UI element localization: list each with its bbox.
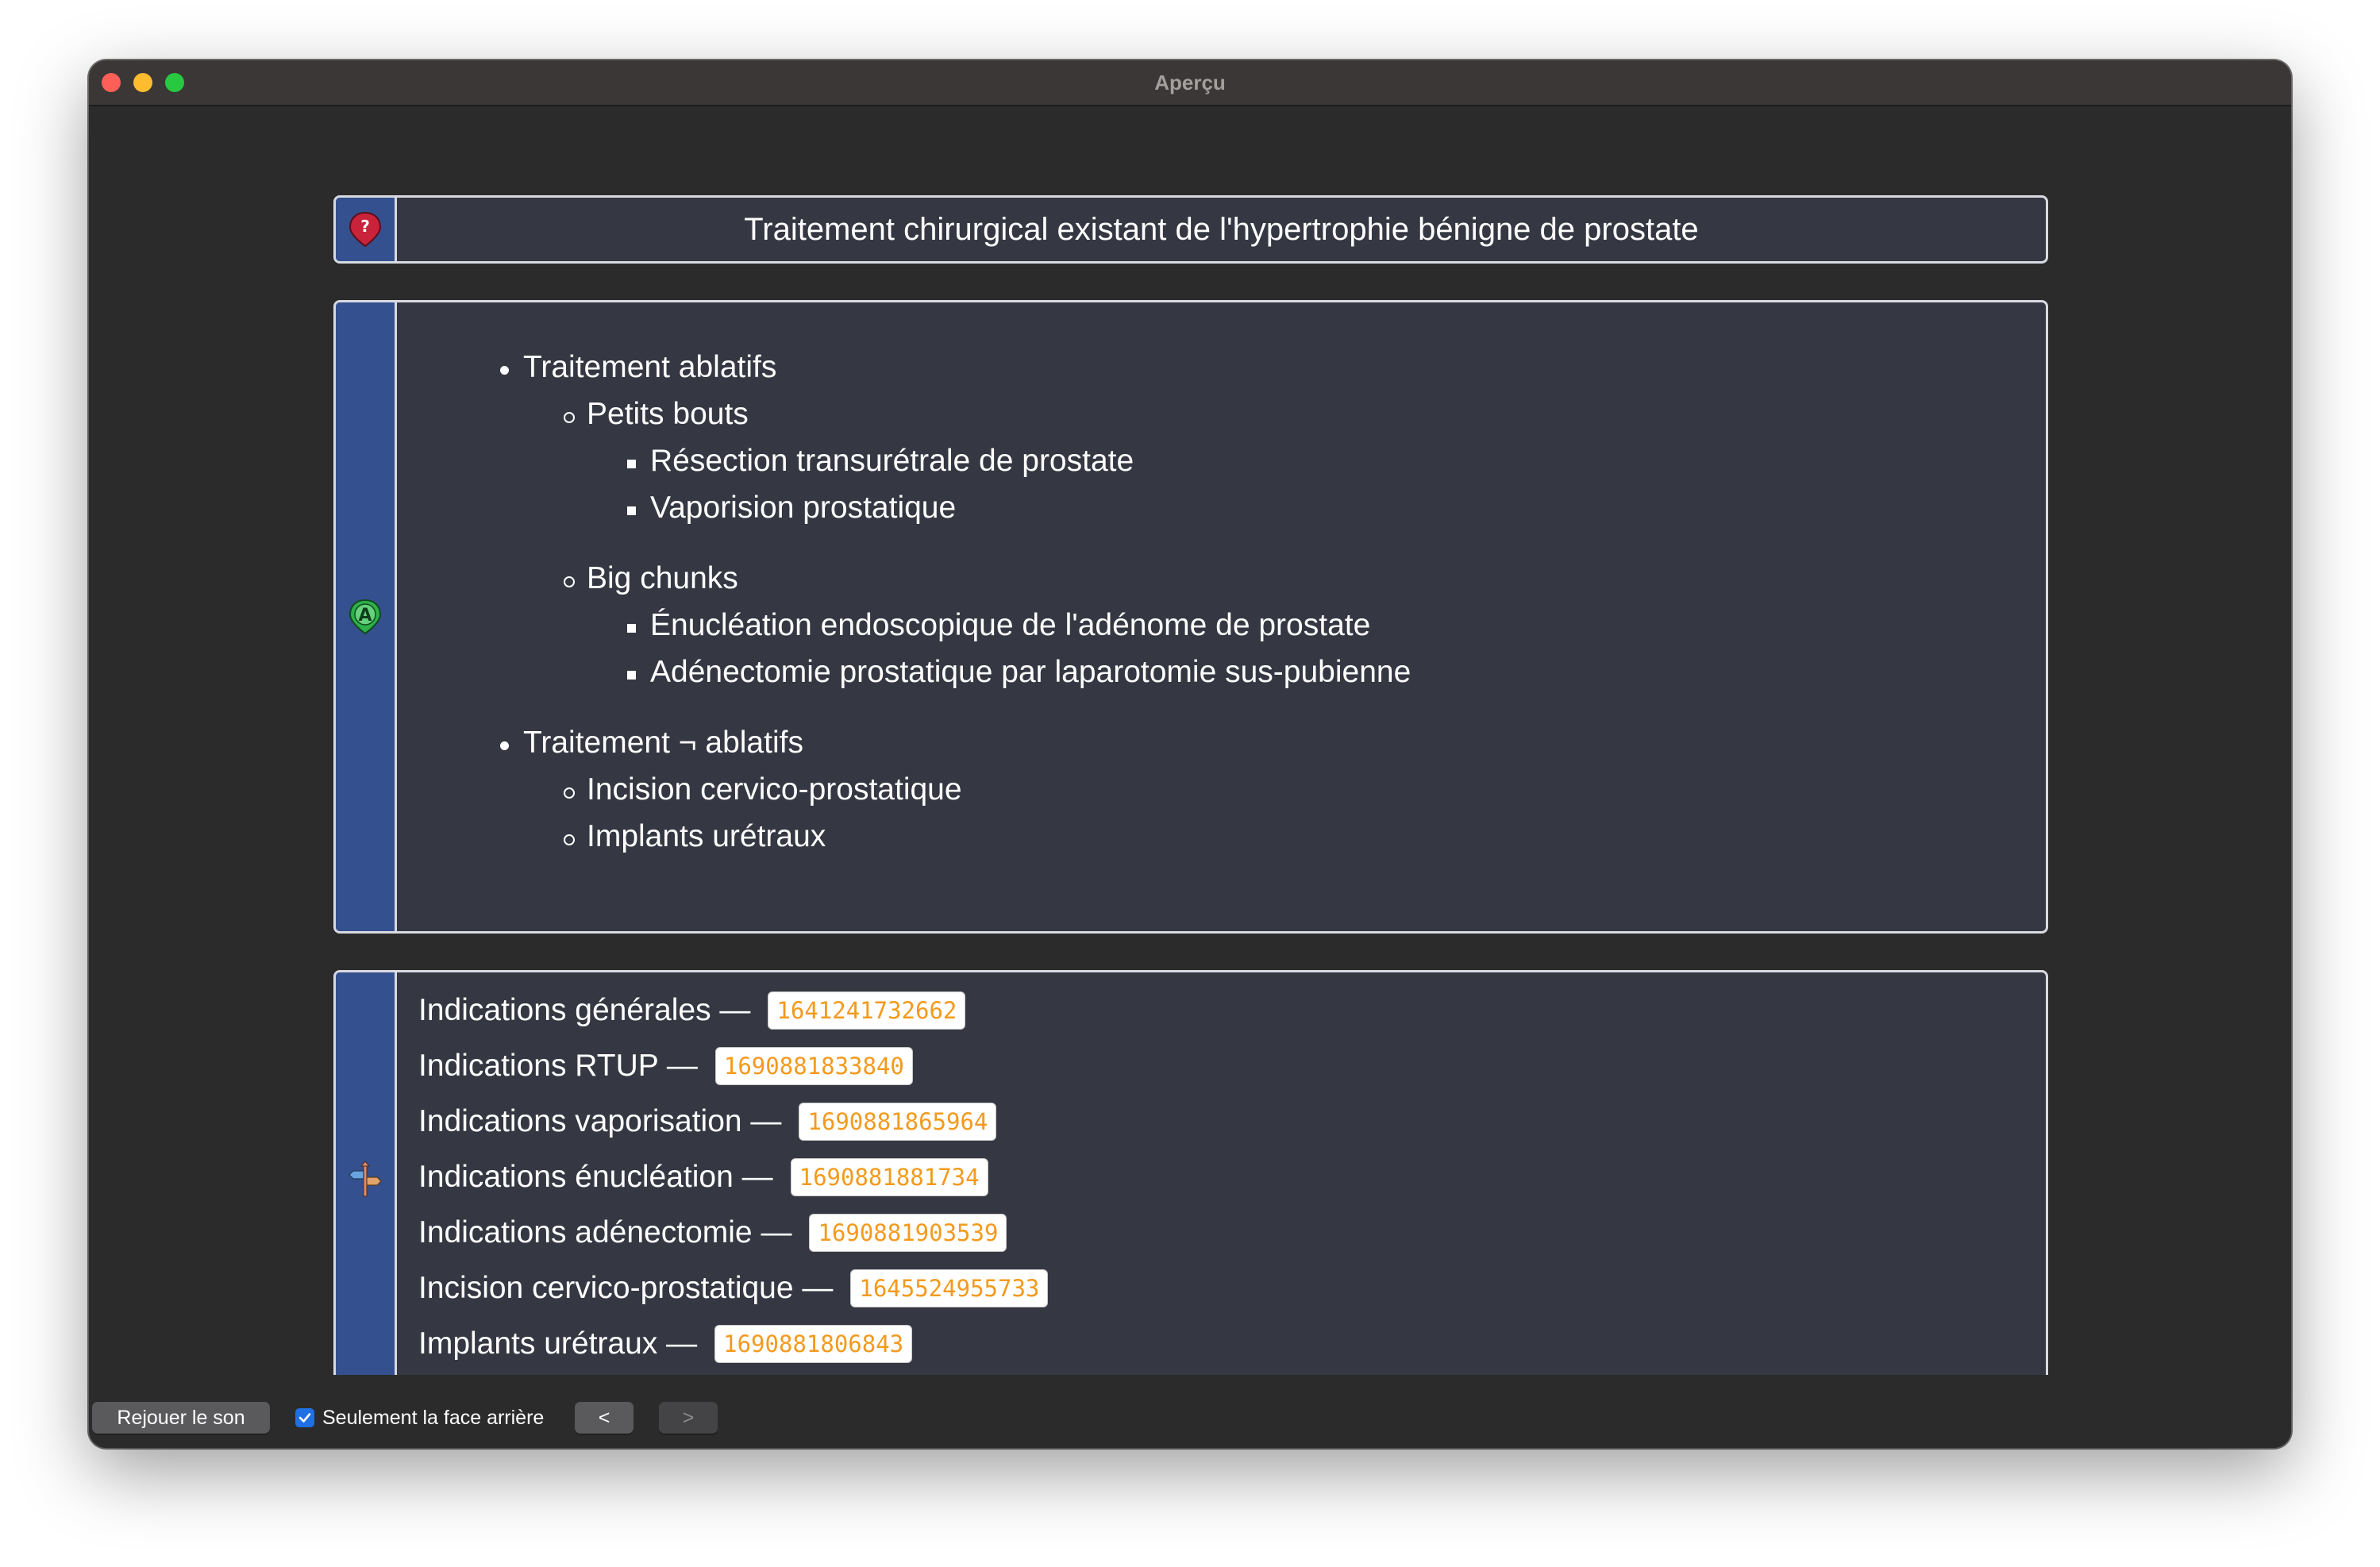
- bullet-circle-icon: [564, 787, 575, 799]
- signpost-icon: [345, 1160, 385, 1199]
- bullet-disc-icon: [500, 741, 509, 750]
- bullet-square-icon: [627, 624, 636, 633]
- bullet-circle-icon: [564, 576, 575, 587]
- svg-text:A: A: [358, 606, 372, 626]
- question-text: Traitement chirurgical existant de l'hyp…: [744, 211, 1699, 247]
- list-item: Énucléation endoscopique de l'adénome de…: [627, 608, 1370, 643]
- link-row: Indications vaporisation — 1690881865964: [418, 1098, 997, 1145]
- bullet-disc-icon: [500, 366, 509, 375]
- bullet-circle-icon: [564, 834, 575, 845]
- title-bar: Aperçu: [89, 60, 2291, 106]
- replay-audio-button[interactable]: Rejouer le son: [92, 1402, 270, 1434]
- bullet-square-icon: [627, 460, 636, 468]
- links-stripe: [336, 972, 397, 1375]
- bullet-square-icon: [627, 671, 636, 680]
- list-item: Traitement ablatifs: [500, 350, 776, 385]
- question-card: ? Traitement chirurgical existant de l'h…: [333, 195, 2048, 264]
- card-preview-area[interactable]: ? Traitement chirurgical existant de l'h…: [89, 106, 2291, 1375]
- link-row: Implants urétraux — 1690881806843: [418, 1320, 913, 1368]
- svg-text:?: ?: [360, 217, 370, 236]
- list-item: Adénectomie prostatique par laparotomie …: [627, 655, 1411, 690]
- question-stripe: ?: [336, 198, 397, 261]
- previous-card-button[interactable]: <: [575, 1402, 634, 1434]
- note-id-link[interactable]: 1645524955733: [850, 1269, 1049, 1307]
- link-row: Indications générales — 1641241732662: [418, 987, 966, 1034]
- preview-window: Aperçu ? Traitement chirurgical existant…: [89, 60, 2291, 1448]
- note-id-link[interactable]: 1690881833840: [714, 1047, 913, 1085]
- link-row: Indications RTUP — 1690881833840: [418, 1042, 913, 1090]
- bullet-circle-icon: [564, 412, 575, 423]
- list-item: Implants urétraux: [564, 819, 826, 854]
- list-item: Incision cervico-prostatique: [564, 772, 962, 807]
- letter-a-pin-icon: A: [345, 597, 385, 637]
- backside-only-toggle[interactable]: Seulement la face arrière: [295, 1402, 544, 1434]
- next-card-button[interactable]: >: [659, 1402, 718, 1434]
- list-item: Traitement ¬ ablatifs: [500, 726, 803, 760]
- links-card: Indications générales — 1641241732662 In…: [333, 970, 2048, 1375]
- bottom-toolbar: Rejouer le son Seulement la face arrière…: [89, 1375, 2291, 1448]
- list-item: Vaporision prostatique: [627, 491, 956, 526]
- list-item: Résection transurétrale de prostate: [627, 444, 1134, 479]
- backside-only-label: Seulement la face arrière: [322, 1406, 545, 1429]
- answer-card: A Traitement ablatifs Petits bouts Résec…: [333, 300, 2048, 934]
- note-id-link[interactable]: 1690881903539: [809, 1214, 1007, 1252]
- answer-stripe: A: [336, 302, 397, 931]
- checkbox-checked-icon[interactable]: [295, 1408, 314, 1427]
- link-row: Indications énucléation — 1690881881734: [418, 1153, 988, 1201]
- note-id-link[interactable]: 1690881881734: [790, 1158, 988, 1196]
- link-row: Indications adénectomie — 1690881903539: [418, 1209, 1007, 1257]
- note-id-link[interactable]: 1690881806843: [714, 1325, 913, 1363]
- question-pin-icon: ?: [345, 210, 385, 249]
- bullet-square-icon: [627, 506, 636, 515]
- note-id-link[interactable]: 1690881865964: [799, 1103, 997, 1141]
- note-id-link[interactable]: 1641241732662: [768, 991, 966, 1030]
- list-item: Petits bouts: [564, 397, 749, 432]
- list-item: Big chunks: [564, 561, 738, 596]
- window-title: Aperçu: [1154, 71, 1226, 94]
- link-row: Incision cervico-prostatique — 164552495…: [418, 1265, 1049, 1312]
